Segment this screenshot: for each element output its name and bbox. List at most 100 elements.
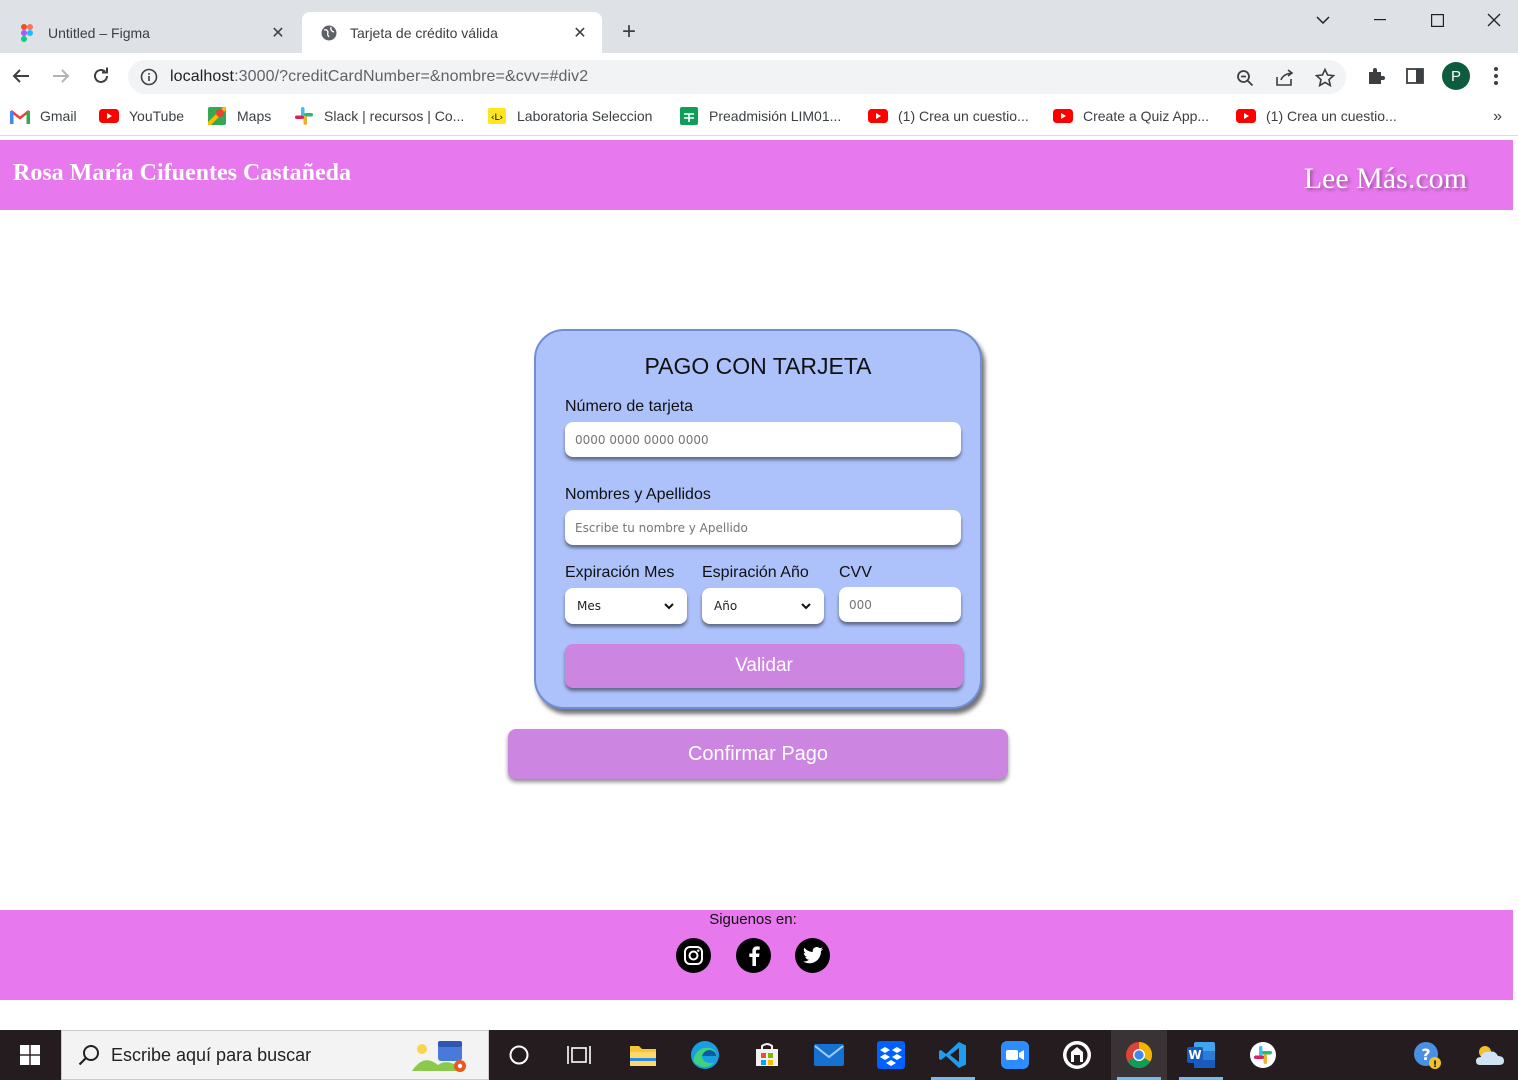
- reload-icon[interactable]: [88, 63, 114, 89]
- tab-title: Untitled – Figma: [48, 24, 150, 41]
- extensions-icon[interactable]: [1364, 64, 1388, 88]
- close-icon[interactable]: ✕: [268, 23, 288, 43]
- bookmark-maps[interactable]: Maps: [207, 107, 272, 125]
- youtube-icon: [1053, 108, 1073, 124]
- zoom-app-icon[interactable]: [987, 1030, 1043, 1080]
- close-window-icon[interactable]: [1479, 6, 1509, 34]
- tab-credit-card[interactable]: Tarjeta de crédito válida ✕: [302, 12, 602, 53]
- bookmark-label: Maps: [237, 108, 272, 124]
- weather-icon[interactable]: [1462, 1030, 1518, 1080]
- card-number-input[interactable]: 0000 0000 0000 0000: [565, 422, 961, 457]
- zoom-icon[interactable]: [1233, 66, 1257, 90]
- info-icon[interactable]: [140, 68, 158, 91]
- svg-text:‹L›: ‹L›: [491, 113, 503, 123]
- help-icon[interactable]: ?!: [1399, 1030, 1455, 1080]
- menu-icon[interactable]: [1484, 64, 1508, 88]
- bookmark-create-quiz[interactable]: Create a Quiz App...: [1053, 108, 1209, 124]
- youtube-icon: [1236, 108, 1256, 124]
- taskbar-search-box[interactable]: Escribe aquí para buscar: [61, 1030, 489, 1080]
- dropbox-icon[interactable]: [863, 1030, 919, 1080]
- bookmark-label: Slack | recursos | Co...: [324, 108, 465, 124]
- more-bookmarks-icon[interactable]: »: [1493, 108, 1502, 126]
- forward-icon[interactable]: [48, 63, 74, 89]
- author-name: Rosa María Cifuentes Castañeda: [13, 160, 351, 186]
- bookmark-label: Gmail: [40, 108, 77, 124]
- search-highlight-icon: [408, 1037, 472, 1075]
- exp-month-value: Mes: [577, 599, 601, 613]
- mail-icon[interactable]: [801, 1030, 857, 1080]
- bookmark-gmail[interactable]: Gmail: [10, 108, 77, 124]
- bookmark-youtube[interactable]: YouTube: [99, 108, 184, 124]
- file-explorer-icon[interactable]: [615, 1030, 671, 1080]
- twitter-icon[interactable]: [795, 938, 830, 973]
- word-icon[interactable]: W: [1173, 1030, 1229, 1080]
- svg-text:W: W: [1188, 1048, 1201, 1062]
- share-icon[interactable]: [1273, 66, 1297, 90]
- maps-icon: [207, 107, 227, 125]
- figma-icon: [18, 23, 36, 42]
- vscode-icon[interactable]: [925, 1030, 981, 1080]
- side-panel-icon[interactable]: [1403, 64, 1427, 88]
- bookmark-preadmision[interactable]: Preadmisión LIM01...: [679, 107, 842, 125]
- windows-start-icon[interactable]: [0, 1030, 60, 1080]
- maximize-icon[interactable]: [1422, 6, 1452, 34]
- slack-app-icon[interactable]: [1235, 1030, 1291, 1080]
- bookmark-youtube-quiz-1[interactable]: (1) Crea un cuestio...: [868, 108, 1029, 124]
- minimize-icon[interactable]: [1365, 6, 1395, 34]
- cvv-label: CVV: [839, 564, 872, 581]
- laboratoria-icon: ‹L›: [487, 108, 507, 124]
- address-bar[interactable]: localhost:3000/?creditCardNumber=&nombre…: [128, 60, 1346, 94]
- bookmark-label: (1) Crea un cuestio...: [1266, 108, 1397, 124]
- store-icon[interactable]: [739, 1030, 795, 1080]
- tab-figma[interactable]: Untitled – Figma ✕: [0, 12, 300, 53]
- payment-card-form: PAGO CON TARJETA Número de tarjeta 0000 …: [534, 329, 982, 709]
- bookmark-slack[interactable]: Slack | recursos | Co...: [294, 107, 465, 125]
- bookmark-label: (1) Crea un cuestio...: [898, 108, 1029, 124]
- svg-text:?: ?: [1421, 1045, 1430, 1064]
- tab-strip: Untitled – Figma ✕ Tarjeta de crédito vá…: [0, 0, 1518, 53]
- tab-search-icon[interactable]: [1308, 6, 1338, 34]
- instagram-icon[interactable]: [676, 938, 711, 973]
- form-title: PAGO CON TARJETA: [644, 353, 872, 379]
- gmail-icon: [10, 108, 30, 124]
- taskbar-search-placeholder: Escribe aquí para buscar: [111, 1045, 312, 1065]
- edge-icon[interactable]: [677, 1030, 733, 1080]
- card-number-label: Número de tarjeta: [565, 398, 694, 415]
- exp-year-select[interactable]: Año: [702, 588, 824, 624]
- validate-button[interactable]: Validar: [565, 644, 963, 688]
- search-icon: [78, 1044, 100, 1071]
- cvv-input[interactable]: 000: [839, 587, 961, 622]
- site-footer: Siguenos en:: [0, 910, 1513, 1000]
- exp-year-value: Año: [714, 599, 738, 613]
- new-tab-button[interactable]: +: [616, 20, 642, 46]
- bookmark-youtube-quiz-2[interactable]: (1) Crea un cuestio...: [1236, 108, 1397, 124]
- bookmark-laboratoria[interactable]: ‹L› Laboratoria Seleccion: [487, 108, 652, 124]
- url-text: localhost:3000/?creditCardNumber=&nombre…: [170, 68, 589, 85]
- task-view-icon[interactable]: [551, 1030, 607, 1080]
- cortana-icon[interactable]: [491, 1030, 547, 1080]
- bookmarks-bar: Gmail YouTube Maps Slack | recursos | Co…: [0, 100, 1518, 136]
- exp-month-label: Expiración Mes: [565, 564, 675, 581]
- chrome-icon[interactable]: [1111, 1030, 1167, 1080]
- name-label: Nombres y Apellidos: [565, 486, 711, 503]
- github-desktop-icon[interactable]: [1049, 1030, 1105, 1080]
- bookmark-label: Create a Quiz App...: [1083, 108, 1210, 124]
- svg-text:!: !: [1433, 1060, 1437, 1070]
- sheets-icon: [679, 107, 699, 125]
- globe-icon: [320, 24, 338, 42]
- bookmark-label: YouTube: [129, 108, 185, 124]
- confirm-payment-button[interactable]: Confirmar Pago: [508, 729, 1008, 779]
- close-icon[interactable]: ✕: [570, 23, 590, 43]
- back-icon[interactable]: [8, 63, 34, 89]
- bookmark-star-icon[interactable]: [1313, 66, 1337, 90]
- name-input[interactable]: Escribe tu nombre y Apellido: [565, 510, 961, 545]
- bookmark-label: Preadmisión LIM01...: [709, 108, 842, 124]
- slack-icon: [294, 107, 314, 125]
- youtube-icon: [868, 108, 888, 124]
- bookmark-label: Laboratoria Seleccion: [517, 108, 653, 124]
- profile-avatar[interactable]: P: [1442, 62, 1470, 90]
- exp-month-select[interactable]: Mes: [565, 588, 687, 624]
- facebook-icon[interactable]: [736, 938, 771, 973]
- brand-logo: Lee Más.com: [1303, 162, 1467, 195]
- youtube-icon: [99, 108, 119, 124]
